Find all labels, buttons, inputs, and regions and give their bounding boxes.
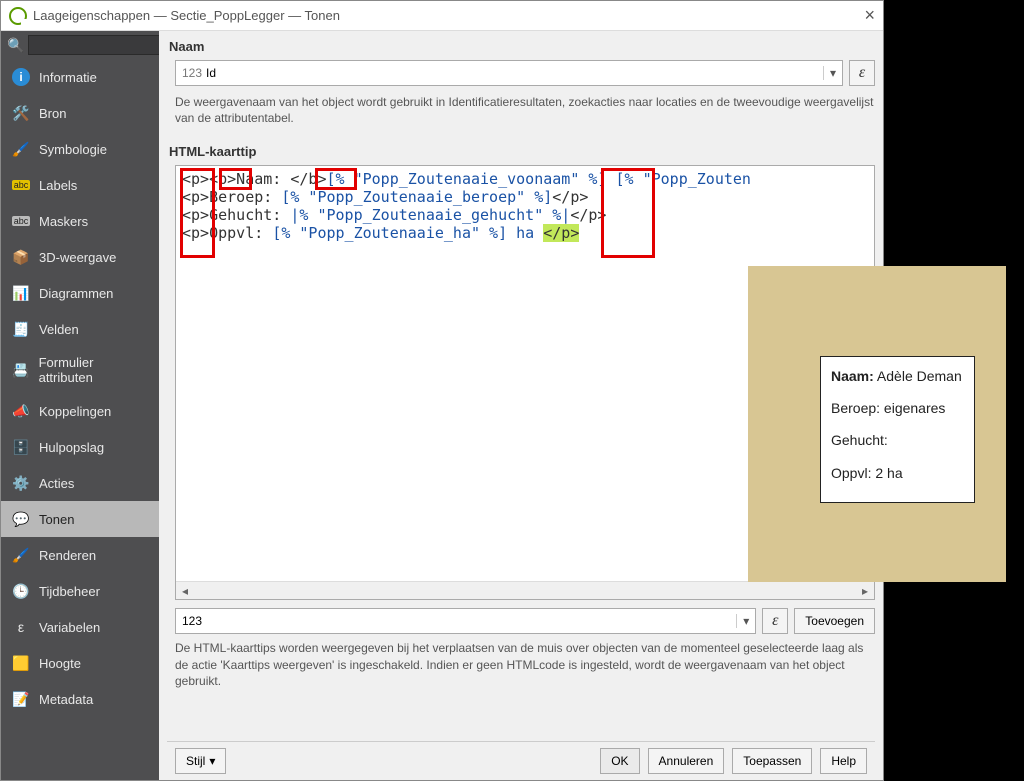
columns-icon: 🧾 [11, 319, 31, 339]
db-icon: 🗄️ [11, 437, 31, 457]
tooltip-oppvl: Oppvl: 2 ha [831, 464, 964, 482]
wrench-icon: 🛠️ [11, 103, 31, 123]
tooltip-preview-card: Naam: Adèle Deman Beroep: eigenares Gehu… [820, 356, 975, 503]
chevron-down-icon: ▾ [209, 754, 215, 768]
tooltip-gehucht: Gehucht: [831, 431, 964, 449]
maptip-heading: HTML-kaarttip [169, 144, 875, 159]
help-button[interactable]: Help [820, 748, 867, 774]
sidebar-item-tijdbeheer[interactable]: 🕒Tijdbeheer [1, 573, 159, 609]
naam-heading: Naam [169, 39, 875, 54]
sidebar-item-velden[interactable]: 🧾Velden [1, 311, 159, 347]
sidebar-item-3d-weergave[interactable]: 📦3D-weergave [1, 239, 159, 275]
gear-icon: ⚙️ [11, 473, 31, 493]
sidebar-item-diagrammen[interactable]: 📊Diagrammen [1, 275, 159, 311]
sidebar-item-variabelen[interactable]: εVariabelen [1, 609, 159, 645]
sidebar-nav: iInformatie🛠️Bron🖌️SymbologieabcLabelsab… [1, 59, 159, 780]
sidebar-item-metadata[interactable]: 📝Metadata [1, 681, 159, 717]
search-icon: 🔍 [7, 37, 24, 54]
insert-field-select[interactable]: 123 ▾ [175, 608, 756, 634]
info-icon: i [11, 67, 31, 87]
elev-icon: 🟨 [11, 653, 31, 673]
window-title: Laageigenschappen — Sectie_PoppLegger — … [33, 8, 340, 23]
clock-icon: 🕒 [11, 581, 31, 601]
form-icon: 📇 [11, 360, 31, 380]
abc2-icon: abc [11, 211, 31, 231]
sidebar-item-labels[interactable]: abcLabels [1, 167, 159, 203]
chevron-down-icon: ▾ [823, 66, 836, 80]
sidebar-item-informatie[interactable]: iInformatie [1, 59, 159, 95]
cancel-button[interactable]: Annuleren [648, 748, 725, 774]
tooltip-name-label: Naam: [831, 368, 874, 384]
chart-icon: 📊 [11, 283, 31, 303]
ok-button[interactable]: OK [600, 748, 639, 774]
chevron-down-icon: ▾ [736, 614, 749, 628]
field-type-icon: 123 [182, 66, 202, 80]
tooltip-name-value: Adèle Deman [877, 368, 962, 384]
sidebar-item-tonen[interactable]: 💬Tonen [1, 501, 159, 537]
style-menu-button[interactable]: Stijl ▾ [175, 748, 226, 774]
sidebar-item-bron[interactable]: 🛠️Bron [1, 95, 159, 131]
sidebar-item-koppelingen[interactable]: 📣Koppelingen [1, 393, 159, 429]
sidebar: 🔍 iInformatie🛠️Bron🖌️SymbologieabcLabels… [1, 31, 159, 780]
sidebar-item-maskers[interactable]: abcMaskers [1, 203, 159, 239]
brush-icon: 🖌️ [11, 139, 31, 159]
apply-button[interactable]: Toepassen [732, 748, 812, 774]
meta-icon: 📝 [11, 689, 31, 709]
scroll-right-icon[interactable]: ▸ [856, 584, 874, 598]
qgis-logo-icon [9, 7, 27, 25]
sidebar-item-symbologie[interactable]: 🖌️Symbologie [1, 131, 159, 167]
maptip-help-text: De HTML-kaarttips worden weergegeven bij… [175, 640, 875, 689]
insert-expression-button[interactable]: ε [762, 608, 788, 634]
eps-icon: ε [11, 617, 31, 637]
close-icon[interactable]: × [864, 5, 875, 26]
titlebar: Laageigenschappen — Sectie_PoppLegger — … [1, 1, 883, 31]
sidebar-item-hulpopslag[interactable]: 🗄️Hulpopslag [1, 429, 159, 465]
scroll-left-icon[interactable]: ◂ [176, 584, 194, 598]
naam-help-text: De weergavenaam van het object wordt geb… [175, 94, 875, 126]
insert-add-button[interactable]: Toevoegen [794, 608, 875, 634]
expression-builder-button[interactable]: ε [849, 60, 875, 86]
display-name-field-value: Id [206, 66, 216, 80]
cube-icon: 📦 [11, 247, 31, 267]
horizontal-scrollbar[interactable]: ◂ ▸ [176, 581, 874, 599]
sidebar-item-acties[interactable]: ⚙️Acties [1, 465, 159, 501]
sidebar-search-input[interactable] [28, 35, 159, 55]
sidebar-item-hoogte[interactable]: 🟨Hoogte [1, 645, 159, 681]
tooltip-beroep: Beroep: eigenares [831, 399, 964, 417]
sidebar-item-renderen[interactable]: 🖌️Renderen [1, 537, 159, 573]
dialog-footer: Stijl ▾ OK Annuleren Toepassen Help [167, 741, 875, 780]
sidebar-item-formulier-attributen[interactable]: 📇Formulier attributen [1, 347, 159, 393]
render-icon: 🖌️ [11, 545, 31, 565]
insert-field-value: 123 [182, 614, 202, 628]
abc-icon: abc [11, 175, 31, 195]
display-name-field-select[interactable]: 123 Id ▾ [175, 60, 843, 86]
link-icon: 📣 [11, 401, 31, 421]
speech-icon: 💬 [11, 509, 31, 529]
